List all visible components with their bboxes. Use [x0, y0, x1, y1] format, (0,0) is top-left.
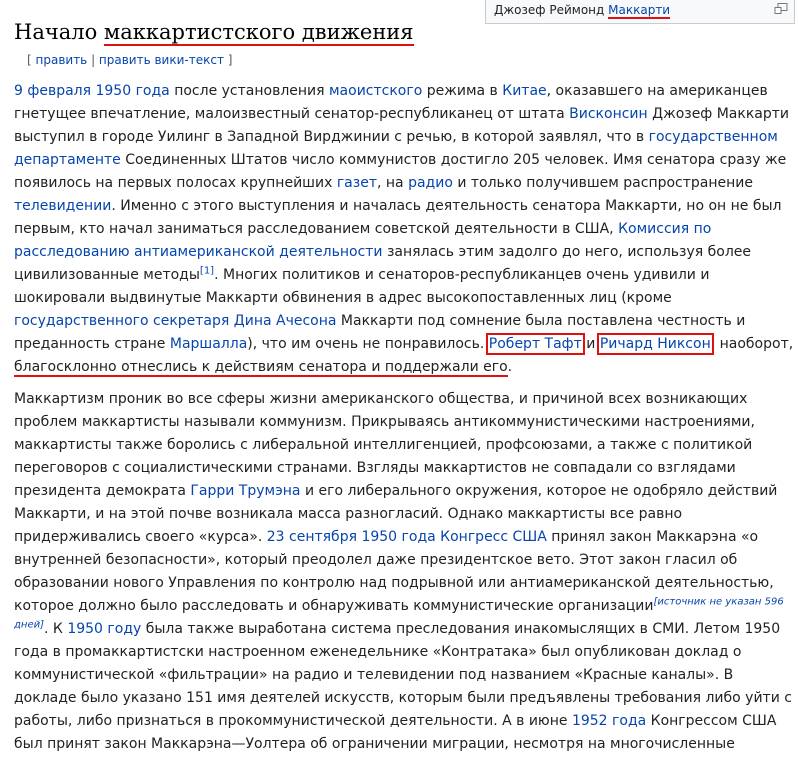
inline-link[interactable]: Маршалла: [170, 336, 247, 352]
text-run: .: [507, 359, 513, 375]
text-run: и только получившем распространение: [452, 175, 754, 191]
inline-link[interactable]: 1950 года: [95, 83, 169, 99]
paragraph-2: Маккартизм проник во все сферы жизни аме…: [14, 388, 798, 756]
section-heading: Начало маккартистского движения: [14, 18, 414, 46]
edit-section-links: [ править | править вики-текст ]: [27, 51, 232, 69]
inline-link[interactable]: Дина Ачесона: [234, 313, 337, 329]
text-run: , на: [376, 175, 409, 191]
reference-link[interactable]: [1]: [200, 265, 214, 276]
inline-link[interactable]: Ричард Никсон: [596, 333, 714, 355]
inline-link[interactable]: Роберт Тафт: [485, 333, 585, 355]
paragraph-1: 9 февраля 1950 года после установления м…: [14, 80, 798, 379]
caption-text: Джозеф Реймонд: [494, 3, 609, 17]
text-run: . К: [44, 621, 68, 637]
inline-link[interactable]: 23 сентября: [267, 529, 357, 545]
inline-link[interactable]: радио: [408, 175, 453, 191]
text-run: , наоборот,: [710, 336, 794, 352]
magnify-icon[interactable]: [774, 3, 788, 15]
edit-link[interactable]: править: [36, 53, 88, 67]
inline-link[interactable]: газет: [337, 175, 377, 191]
article-content: 9 февраля 1950 года после установления м…: [14, 80, 798, 765]
edit-source-link[interactable]: править вики-текст: [99, 53, 224, 67]
inline-link[interactable]: 9 февраля: [14, 83, 91, 99]
image-caption: Джозеф Реймонд Маккарти: [485, 0, 795, 24]
caption-link-mccarthy[interactable]: Маккарти: [608, 3, 671, 19]
text-run: после установления: [169, 83, 329, 99]
inline-link[interactable]: 1952 года: [572, 713, 646, 729]
bracket-open: [: [27, 53, 36, 67]
inline-link[interactable]: Конгресс США: [440, 529, 547, 545]
inline-link[interactable]: Висконсин: [569, 106, 648, 122]
heading-highlight: маккартистского движения: [103, 20, 414, 46]
highlighted-text: благосклонно отнеслись к действиям сенат…: [14, 359, 508, 377]
inline-link[interactable]: 1950 года: [361, 529, 435, 545]
inline-link[interactable]: телевидении: [14, 198, 111, 214]
inline-link[interactable]: Китае: [502, 83, 546, 99]
inline-link[interactable]: маоистского: [329, 83, 422, 99]
inline-link[interactable]: Гарри Трумэна: [190, 483, 300, 499]
bracket-close: ]: [223, 53, 233, 67]
text-run: режима в: [422, 83, 503, 99]
heading-text: Начало: [14, 20, 104, 44]
edit-separator: |: [87, 53, 99, 67]
superscript: [1]: [200, 265, 214, 276]
inline-link[interactable]: 1950 году: [67, 621, 141, 637]
text-run: и: [581, 336, 600, 352]
inline-link[interactable]: государственного секретаря: [14, 313, 229, 329]
text-run: ), что им очень не понравилось.: [247, 336, 489, 352]
